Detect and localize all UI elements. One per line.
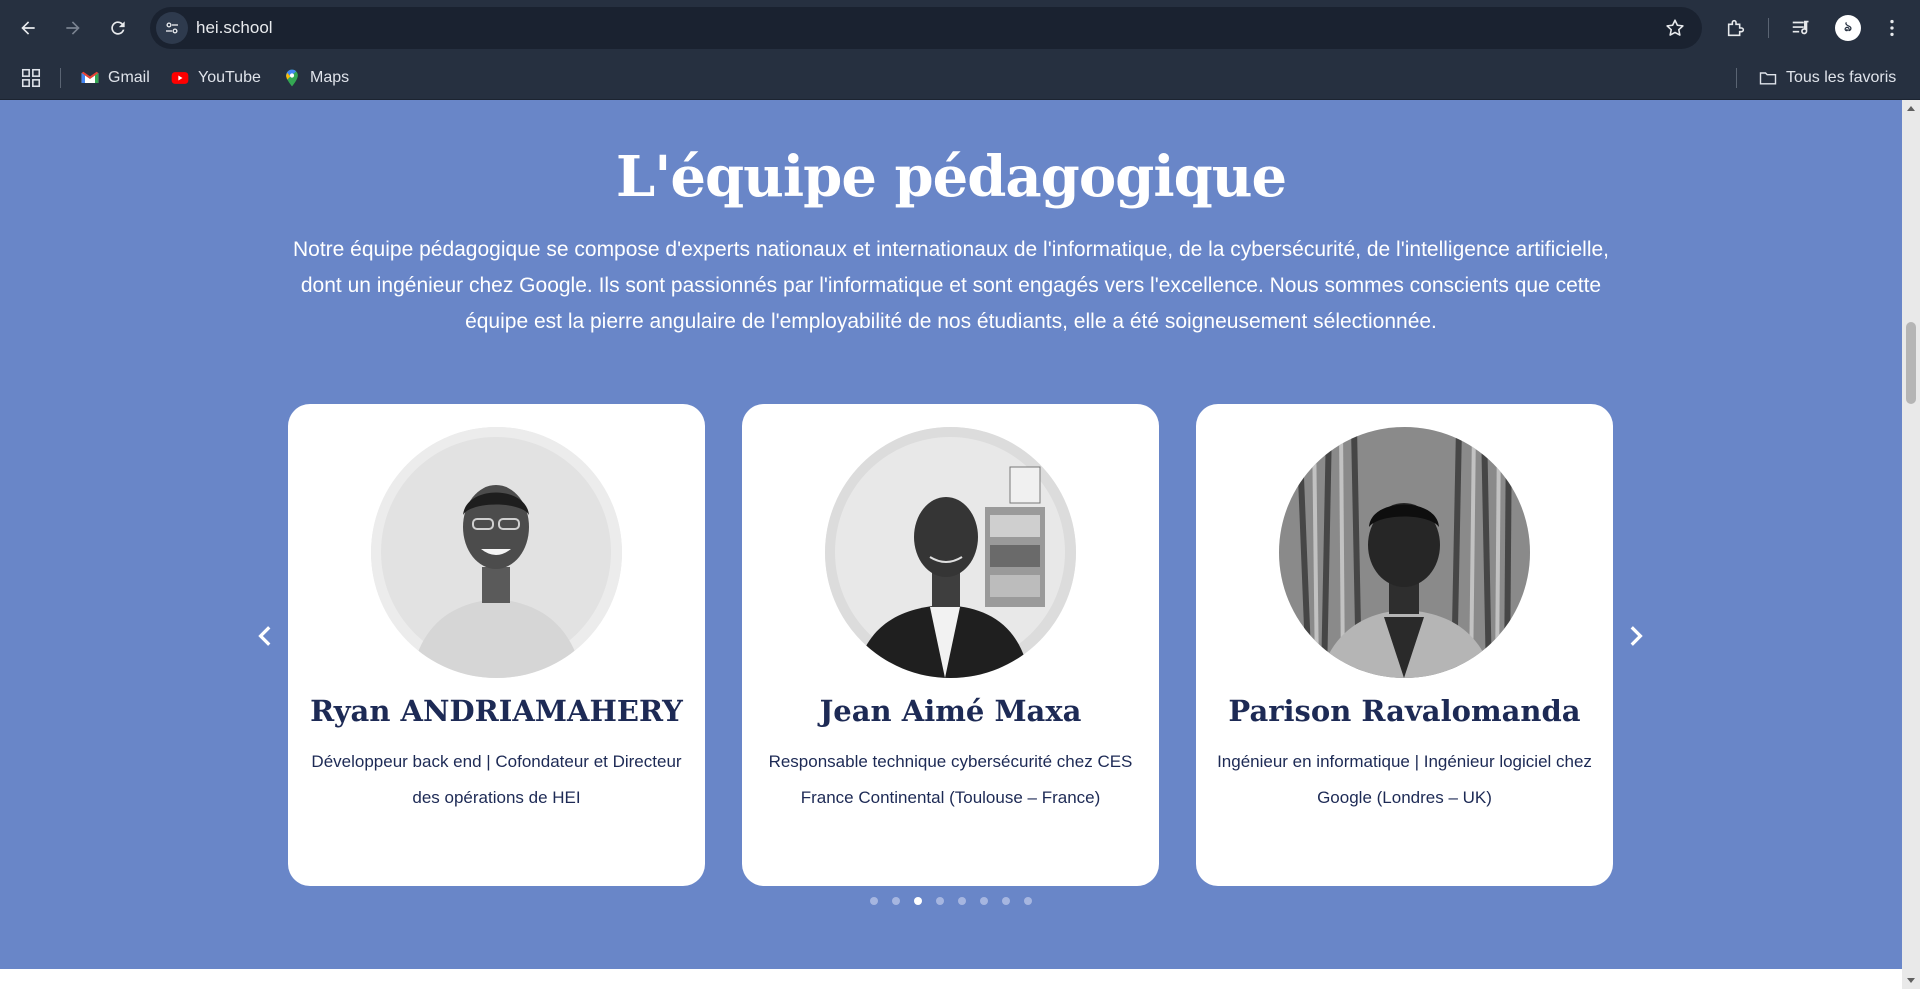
reload-button[interactable]: [100, 10, 136, 46]
chevron-left-icon: [258, 626, 271, 646]
member-role: Développeur back end | Cofondateur et Di…: [311, 752, 682, 807]
toolbar-divider: [1768, 18, 1769, 38]
carousel-dot[interactable]: [980, 897, 988, 905]
member-photo: [1279, 427, 1530, 678]
carousel-dot[interactable]: [958, 897, 966, 905]
scrollbar-thumb[interactable]: [1906, 322, 1916, 404]
team-member-card: Jean Aimé Maxa Responsable technique cyb…: [742, 404, 1159, 886]
member-photo: [825, 427, 1076, 678]
carousel-pagination: [0, 897, 1902, 905]
bookmark-label: YouTube: [198, 69, 261, 86]
arrow-left-icon: [21, 21, 35, 35]
carousel-dot[interactable]: [892, 897, 900, 905]
profile-avatar[interactable]: ঌ: [1835, 15, 1861, 41]
extensions-button[interactable]: [1722, 14, 1750, 42]
address-bar[interactable]: hei.school: [150, 7, 1702, 49]
carousel-dot[interactable]: [936, 897, 944, 905]
queue-music-icon: [1792, 20, 1809, 35]
scroll-up-arrow-icon[interactable]: [1906, 104, 1916, 114]
team-member-card: Ryan ANDRIAMAHERY Développeur back end |…: [288, 404, 705, 886]
bookmark-maps[interactable]: Maps: [282, 65, 349, 91]
member-name: Ryan ANDRIAMAHERY: [310, 694, 683, 728]
carousel-dot[interactable]: [870, 897, 878, 905]
bookmark-label: Gmail: [108, 69, 150, 86]
all-bookmarks-folder[interactable]: Tous les favoris: [1758, 65, 1896, 91]
team-member-card: Parison Ravalomanda Ingénieur en informa…: [1196, 404, 1613, 886]
media-controls-button[interactable]: [1787, 14, 1815, 42]
apps-button[interactable]: [20, 65, 42, 91]
member-photo: [371, 427, 622, 678]
carousel-next-button[interactable]: [1619, 616, 1651, 656]
bookmarks-bar: Gmail YouTube Maps Tous les favoris: [0, 56, 1920, 100]
bookmarks-divider: [1736, 68, 1737, 88]
menu-button[interactable]: [1878, 14, 1906, 42]
all-bookmarks-label: Tous les favoris: [1786, 69, 1897, 86]
folder-icon: [1759, 72, 1777, 85]
gmail-icon: [81, 71, 99, 83]
scroll-down-arrow-icon[interactable]: [1906, 975, 1916, 985]
tune-icon: [166, 22, 178, 34]
carousel-dot[interactable]: [1002, 897, 1010, 905]
carousel-dot[interactable]: [914, 897, 922, 905]
bookmark-star-icon[interactable]: [1664, 17, 1686, 39]
apps-grid-icon: [21, 68, 41, 88]
chevron-right-icon: [1630, 626, 1643, 646]
bookmarks-divider: [60, 68, 61, 88]
url-text[interactable]: hei.school: [196, 18, 273, 38]
browser-toolbar: hei.school ঌ: [0, 0, 1920, 56]
maps-icon: [286, 69, 298, 87]
section-description: Notre équipe pédagogique se compose d'ex…: [293, 238, 1609, 333]
member-role: Responsable technique cybersécurité chez…: [768, 752, 1133, 807]
more-vert-icon: [1890, 19, 1894, 37]
page-viewport: L'équipe pédagogique Notre équipe pédago…: [0, 100, 1902, 989]
forward-button[interactable]: [55, 10, 91, 46]
back-button[interactable]: [10, 10, 46, 46]
reload-icon: [111, 21, 125, 35]
member-role: Ingénieur en informatique | Ingénieur lo…: [1217, 752, 1592, 807]
bookmark-gmail[interactable]: Gmail: [80, 65, 150, 91]
site-info-button[interactable]: [156, 12, 188, 44]
bookmark-label: Maps: [310, 69, 350, 86]
member-name: Parison Ravalomanda: [1228, 694, 1581, 728]
bookmark-youtube[interactable]: YouTube: [170, 65, 261, 91]
puzzle-icon: [1727, 19, 1745, 37]
arrow-right-icon: [66, 21, 80, 35]
carousel-prev-button[interactable]: [250, 616, 282, 656]
team-section: L'équipe pédagogique Notre équipe pédago…: [0, 100, 1902, 969]
youtube-icon: [171, 72, 189, 84]
section-title: L'équipe pédagogique: [615, 144, 1287, 210]
page-scrollbar[interactable]: [1902, 100, 1920, 989]
carousel-dot[interactable]: [1024, 897, 1032, 905]
member-name: Jean Aimé Maxa: [819, 694, 1082, 728]
